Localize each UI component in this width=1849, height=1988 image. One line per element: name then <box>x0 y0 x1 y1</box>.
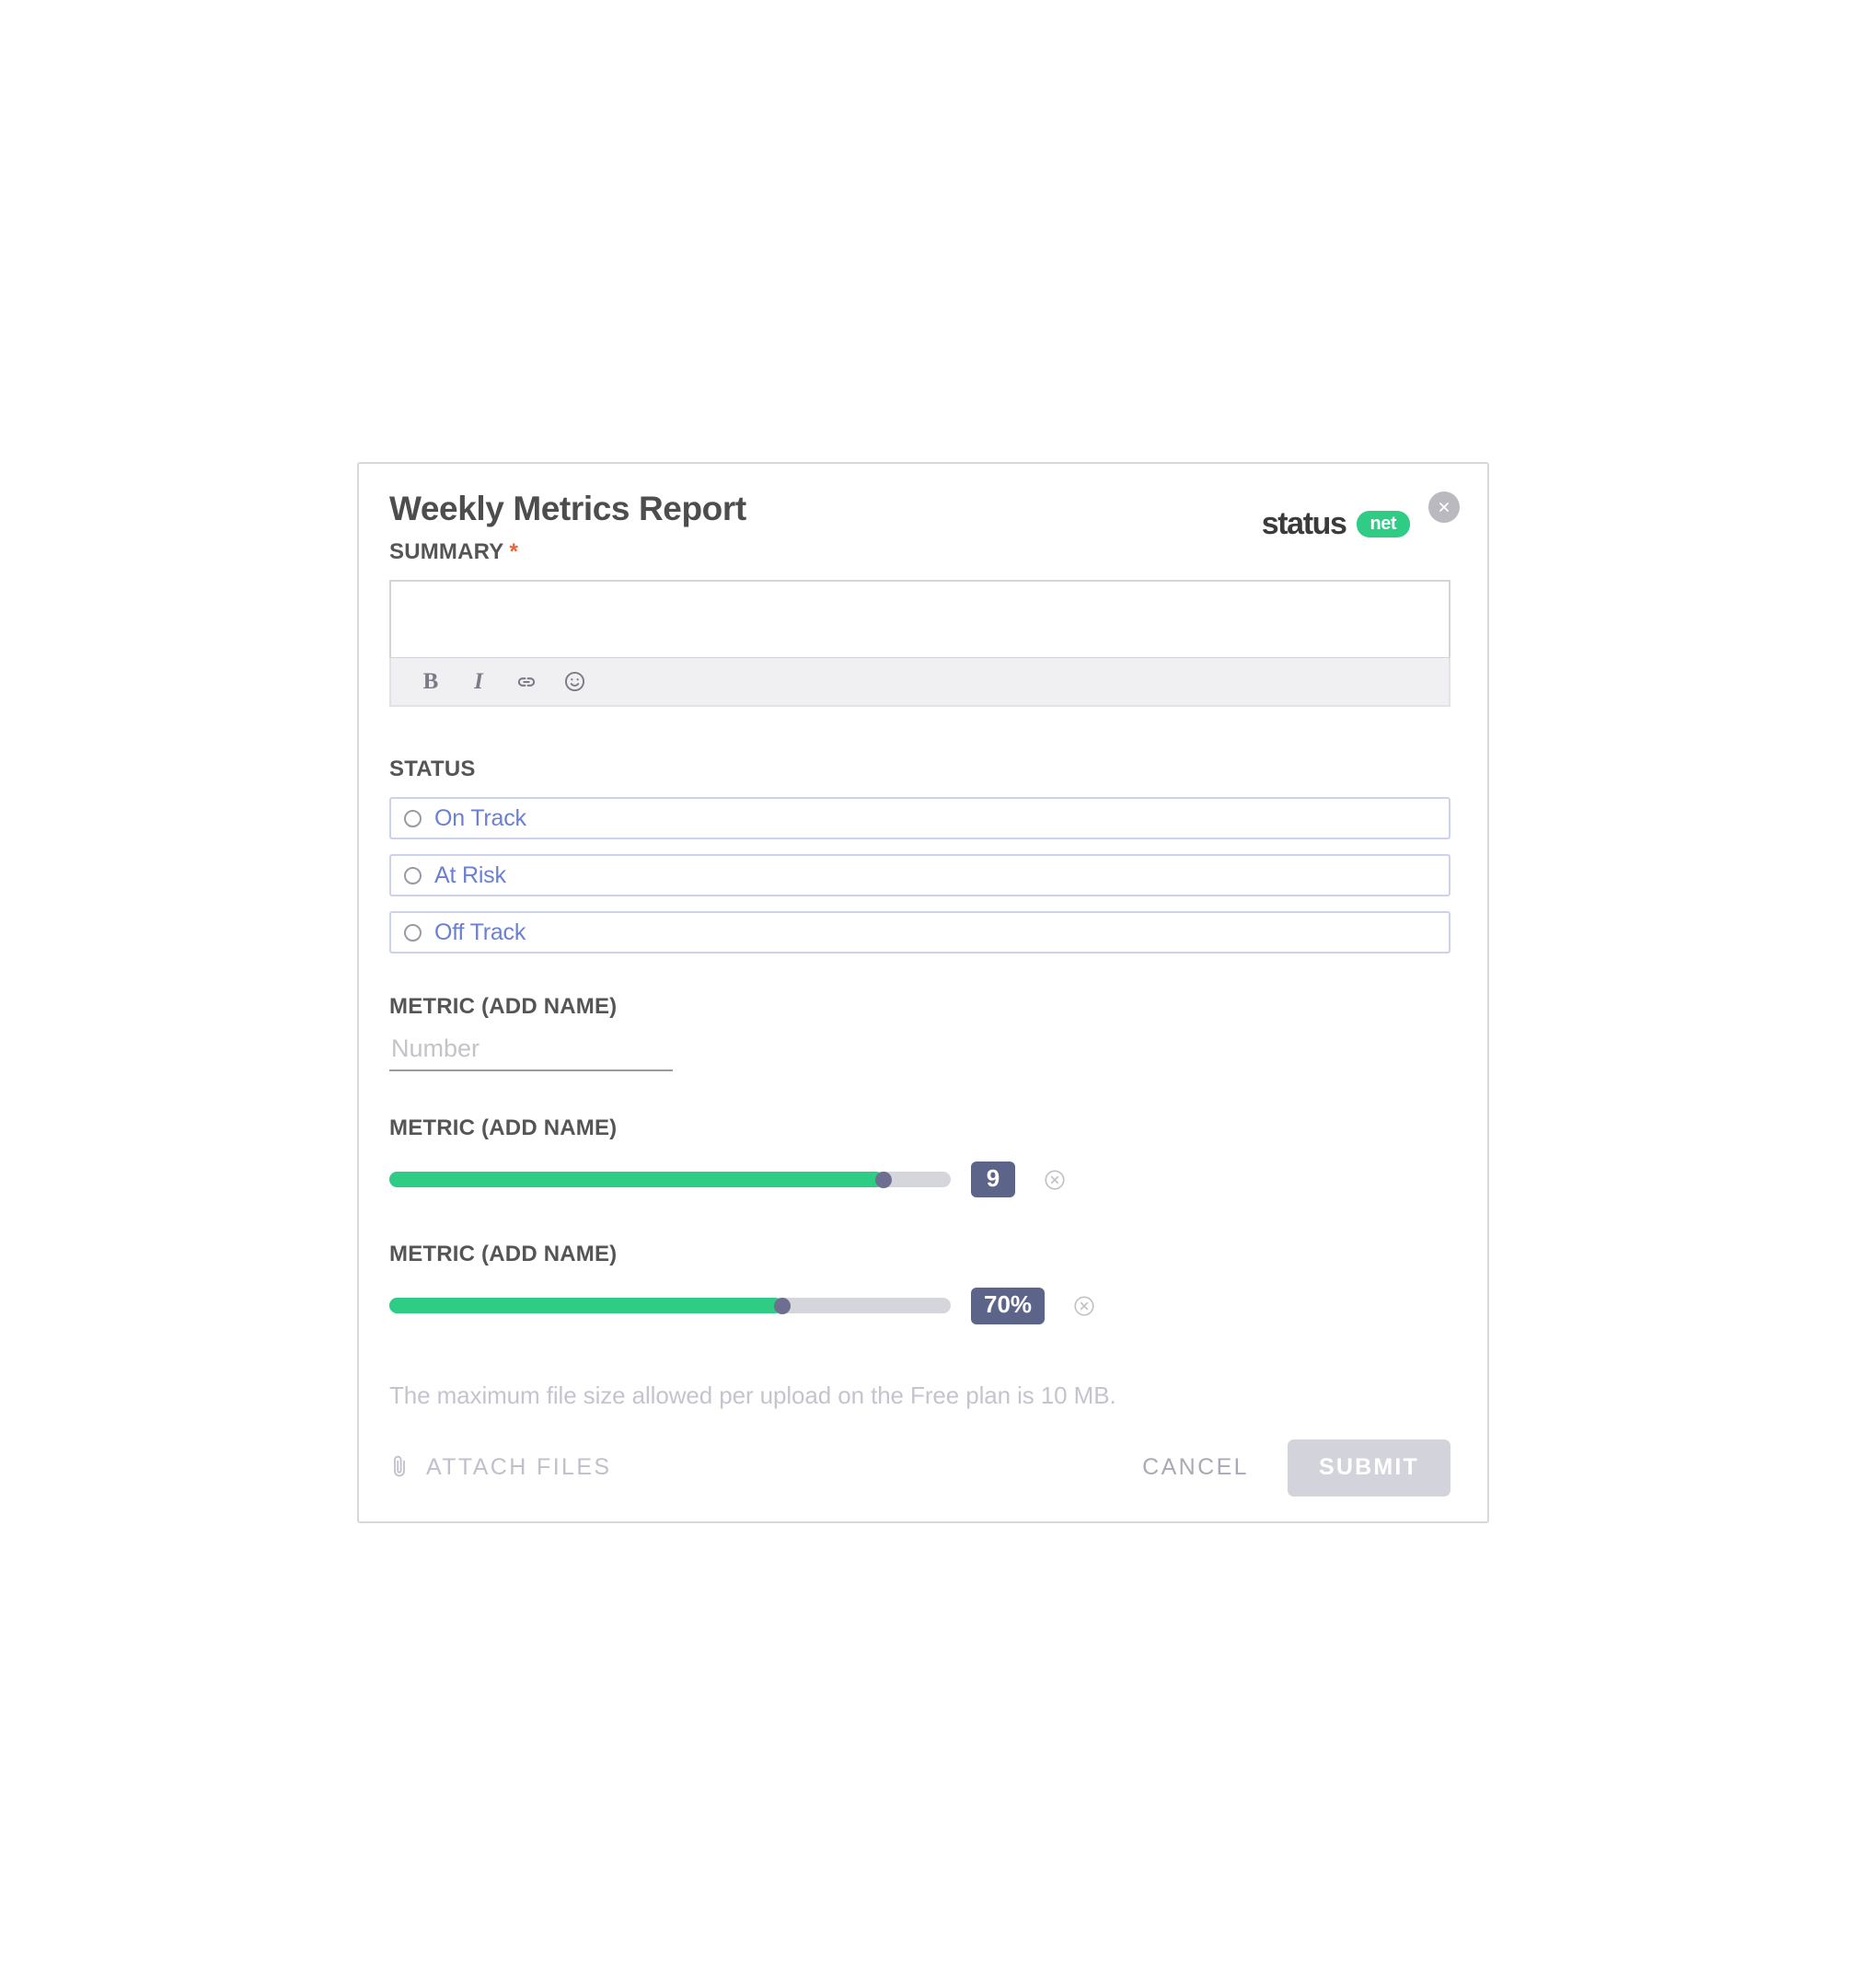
metric-slider-block-2: METRIC (ADD NAME) 70% <box>389 1242 1447 1324</box>
modal-header: Weekly Metrics Report status net <box>388 490 1460 543</box>
status-option-label: At Risk <box>434 861 506 888</box>
status-option-at-risk[interactable]: At Risk <box>389 854 1450 896</box>
slider-value-badge: 70% <box>971 1288 1046 1324</box>
summary-label-row: SUMMARY * <box>389 539 1447 565</box>
summary-input-box <box>389 580 1450 657</box>
radio-icon <box>404 923 422 942</box>
radio-icon <box>404 866 422 884</box>
metric-label: METRIC (ADD NAME) <box>389 1242 618 1267</box>
italic-icon[interactable]: I <box>465 668 492 696</box>
status-label: STATUS <box>389 757 476 781</box>
page-title: Weekly Metrics Report <box>389 490 746 527</box>
metric-slider-2[interactable] <box>389 1297 951 1314</box>
summary-toolbar: B I <box>389 657 1450 707</box>
cancel-button[interactable]: CANCEL <box>1142 1454 1288 1481</box>
status-option-label: On Track <box>434 804 526 831</box>
slider-value-badge: 9 <box>971 1162 1015 1198</box>
metric-label: METRIC (ADD NAME) <box>389 1115 618 1140</box>
metric-label: METRIC (ADD NAME) <box>389 994 618 1019</box>
brand-logo: status net <box>1262 506 1410 542</box>
summary-label: SUMMARY <box>389 539 504 564</box>
summary-input[interactable] <box>391 582 1449 657</box>
metric-slider-block-1: METRIC (ADD NAME) 9 <box>389 1115 1447 1198</box>
required-marker: * <box>509 539 518 564</box>
close-icon <box>1439 503 1449 512</box>
slider-row: 70% <box>389 1288 1447 1324</box>
slider-thumb[interactable] <box>774 1297 791 1314</box>
status-options-list: On Track At Risk Off Track <box>389 797 1450 954</box>
slider-row: 9 <box>389 1162 1447 1198</box>
status-option-off-track[interactable]: Off Track <box>389 911 1450 954</box>
slider-fill <box>389 1172 884 1188</box>
summary-editor: B I <box>389 580 1450 707</box>
radio-icon <box>404 809 422 827</box>
status-section: STATUS On Track At Risk Off Track <box>389 757 1450 954</box>
status-option-on-track[interactable]: On Track <box>389 797 1450 839</box>
metric-number-block: METRIC (ADD NAME) <box>389 994 1447 1071</box>
modal-footer: ATTACH FILES CANCEL SUBMIT <box>389 1439 1450 1497</box>
bold-icon[interactable]: B <box>417 668 445 696</box>
slider-thumb[interactable] <box>874 1171 892 1188</box>
link-icon[interactable] <box>513 668 540 696</box>
attach-files-button[interactable]: ATTACH FILES <box>389 1453 612 1482</box>
emoji-icon[interactable] <box>560 668 588 696</box>
modal-body: Weekly Metrics Report status net SUMMARY… <box>359 464 1487 1521</box>
remove-circle-icon[interactable] <box>1043 1168 1067 1192</box>
metric-number-input[interactable] <box>389 1033 673 1071</box>
metric-slider-1[interactable] <box>389 1171 951 1188</box>
close-button[interactable] <box>1428 491 1460 523</box>
slider-fill <box>389 1298 782 1314</box>
submit-button[interactable]: SUBMIT <box>1287 1439 1450 1497</box>
brand-pill-badge: net <box>1356 511 1410 537</box>
remove-circle-icon[interactable] <box>1072 1294 1096 1318</box>
brand-wordmark: status <box>1261 506 1347 541</box>
attach-files-label: ATTACH FILES <box>426 1454 612 1481</box>
file-size-note: The maximum file size allowed per upload… <box>389 1381 1116 1409</box>
status-report-modal: Weekly Metrics Report status net SUMMARY… <box>357 462 1489 1523</box>
status-option-label: Off Track <box>434 919 526 945</box>
paperclip-icon <box>389 1453 411 1482</box>
